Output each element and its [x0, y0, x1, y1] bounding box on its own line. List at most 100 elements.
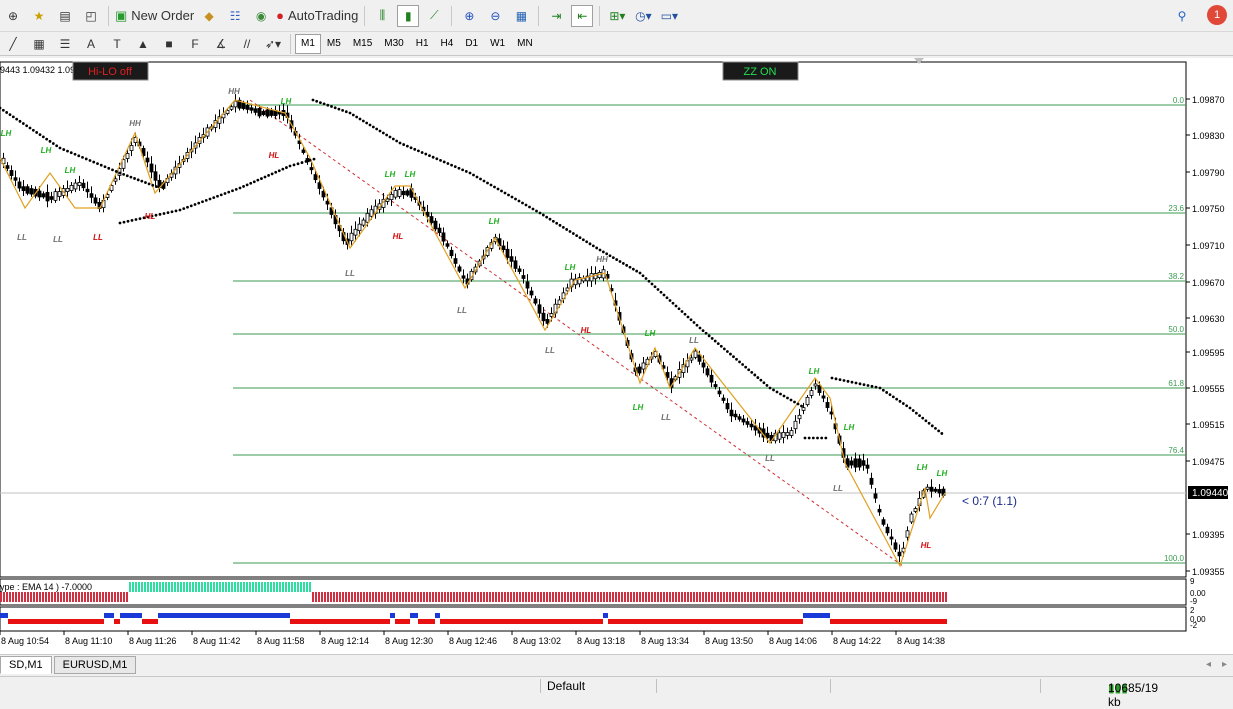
timeframe-h1[interactable]: H1: [410, 34, 435, 54]
channel-icon[interactable]: ☰: [54, 33, 76, 55]
candle-body: [809, 390, 814, 396]
histogram-bar-bear: [627, 592, 629, 602]
timeframe-w1[interactable]: W1: [484, 34, 511, 54]
histogram-bar-bear: [54, 592, 56, 602]
search-icon[interactable]: ⚲: [1171, 5, 1193, 27]
timeframe-m30[interactable]: M30: [378, 34, 409, 54]
chart-shift-icon[interactable]: ⇥: [545, 5, 567, 27]
templates-icon[interactable]: ▭▾: [658, 5, 680, 27]
chart-window[interactable]: 1.09870 1.09830 1.09790 1.09750 1.09710 1.096…: [0, 58, 1233, 654]
time-tick-label: 8 Aug 11:42: [193, 636, 240, 646]
histogram-bar-bear: [885, 592, 887, 602]
new-chart-icon[interactable]: ⊕: [2, 5, 24, 27]
navigator-icon[interactable]: ◰: [80, 5, 102, 27]
candle-body: [505, 248, 510, 258]
zoom-out-icon[interactable]: ⊖: [484, 5, 506, 27]
text-label-icon[interactable]: T: [106, 33, 128, 55]
histogram-bar-bear: [372, 592, 374, 602]
histogram-bar-bear: [9, 592, 11, 602]
support-dot: [811, 436, 815, 440]
resistance-dot: [330, 105, 333, 108]
triangle-icon[interactable]: ▲: [132, 33, 154, 55]
tab-usd-m1[interactable]: SD,M1: [0, 655, 52, 674]
candle-body: [25, 186, 30, 194]
histogram-bar-bull: [165, 582, 167, 592]
resistance-dot: [615, 258, 619, 261]
periods-icon[interactable]: ◷▾: [632, 5, 654, 27]
histogram-bar-bear: [537, 592, 539, 602]
timeframe-d1[interactable]: D1: [459, 34, 484, 54]
swing-label-ll: LL: [689, 336, 699, 345]
timeframe-m5[interactable]: M5: [321, 34, 347, 54]
text-icon[interactable]: A: [80, 33, 102, 55]
signals-icon[interactable]: ◉: [250, 5, 272, 27]
histogram-bar-bear: [30, 592, 32, 602]
resistance-dot: [744, 365, 748, 369]
histogram-bar-bear: [888, 592, 890, 602]
histogram-bar-bear: [414, 592, 416, 602]
tile-windows-icon[interactable]: ▦: [510, 5, 532, 27]
notifications-badge[interactable]: 1: [1207, 5, 1227, 25]
options-icon[interactable]: ☷: [224, 5, 246, 27]
swing-label-hh: HH: [596, 255, 608, 264]
tab-scroll-left-icon[interactable]: ◂: [1206, 659, 1211, 670]
resistance-dot: [641, 274, 645, 278]
fibo-fan-icon[interactable]: F: [184, 33, 206, 55]
line-chart-icon[interactable]: ⟋: [423, 5, 445, 27]
histogram-bar-bear: [777, 592, 779, 602]
histogram-bar-bull: [150, 582, 152, 592]
resistance-dot: [486, 181, 489, 185]
resistance-dot: [125, 174, 129, 178]
support-dot: [212, 196, 216, 200]
tab-eurusd-m1[interactable]: EURUSD,M1: [53, 655, 137, 674]
profiles-icon[interactable]: ★: [28, 5, 50, 27]
histogram-bar-bear: [339, 592, 341, 602]
new-order-button[interactable]: ▣ New Order: [115, 5, 194, 27]
candle-body: [533, 298, 538, 304]
price-chart[interactable]: 1.09870 1.09830 1.09790 1.09750 1.09710 1.096…: [0, 58, 1233, 654]
histogram-bar-bear: [57, 592, 59, 602]
resistance-dot: [698, 326, 702, 330]
resistance-dot: [405, 144, 409, 148]
trendline-icon[interactable]: ╱: [2, 33, 24, 55]
indicators-icon[interactable]: ⊞▾: [606, 5, 628, 27]
histogram-bar-bear: [402, 592, 404, 602]
timeframe-m1[interactable]: M1: [295, 33, 321, 54]
support-dot: [312, 157, 316, 161]
gann-icon[interactable]: ∡: [210, 33, 232, 55]
histogram-bar-bear: [540, 592, 542, 602]
grid-icon[interactable]: ▦: [28, 33, 50, 55]
resistance-dot: [782, 394, 786, 398]
histogram-bar-bear: [390, 592, 392, 602]
histogram-bar-bear: [762, 592, 764, 602]
resistance-dot: [35, 131, 39, 134]
histogram-bar-bear: [27, 592, 29, 602]
autotrading-button[interactable]: ● AutoTrading: [276, 5, 358, 27]
resistance-dot: [31, 128, 35, 132]
resistance-dot: [315, 99, 319, 103]
history-center-icon[interactable]: ◆: [198, 5, 220, 27]
candlestick-icon[interactable]: ▮: [397, 4, 420, 27]
lines-icon[interactable]: //: [236, 33, 258, 55]
candle-body: [737, 416, 742, 420]
arrows-icon[interactable]: ➶▾: [262, 33, 284, 55]
histogram-bar-bear: [861, 592, 863, 602]
zoom-in-icon[interactable]: ⊕: [458, 5, 480, 27]
signal-bar-blue: [120, 613, 142, 618]
histogram-bar-bear: [330, 592, 332, 602]
resistance-dot: [618, 260, 622, 263]
histogram-bar-bear: [804, 592, 806, 602]
candle-body: [765, 432, 770, 439]
resistance-dot: [524, 203, 528, 207]
timeframe-mn[interactable]: MN: [511, 34, 539, 54]
timeframe-m15[interactable]: M15: [347, 34, 378, 54]
tab-scroll-right-icon[interactable]: ▸: [1222, 659, 1227, 670]
rectangle-icon[interactable]: ■: [158, 33, 180, 55]
market-watch-icon[interactable]: ▤: [54, 5, 76, 27]
resistance-dot: [45, 137, 49, 141]
candle-body: [813, 383, 818, 387]
autoscroll-icon[interactable]: ⇤: [571, 4, 594, 27]
timeframe-h4[interactable]: H4: [435, 34, 460, 54]
bar-chart-icon[interactable]: ⫼: [371, 5, 393, 27]
swing-label-hl: HL: [269, 151, 280, 160]
